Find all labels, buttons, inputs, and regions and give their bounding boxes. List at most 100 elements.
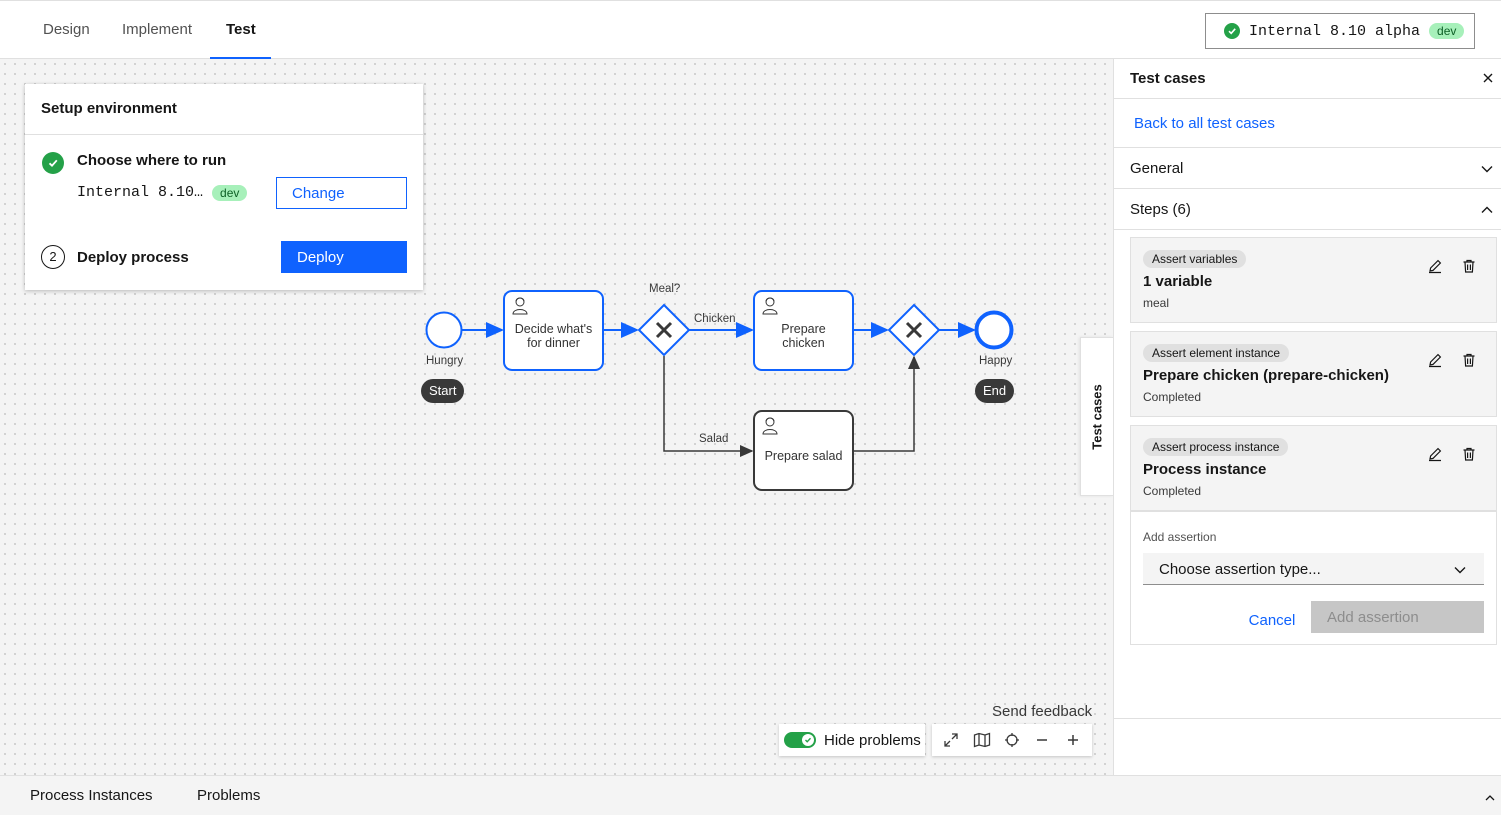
step-type-tag: Assert element instance [1143,344,1290,362]
bottom-panel-bar: Process Instances Problems [0,775,1501,815]
recenter-button[interactable] [998,726,1026,754]
step-card: Assert process instance Process instance… [1130,425,1497,511]
tab-process-instances[interactable]: Process Instances [30,787,153,804]
map-icon [973,732,990,748]
flow-label-salad: Salad [699,433,729,445]
back-row: Back to all test cases [1114,99,1501,148]
tab-design[interactable]: Design [27,1,106,59]
test-cases-side-tab[interactable]: Test cases [1080,337,1113,496]
user-task-icon [760,295,780,318]
trash-icon[interactable] [1461,352,1477,373]
side-tab-label: Test cases [1089,383,1105,450]
step-deploy-process: Deploy process [77,249,189,266]
task-label: Prepare chicken [781,321,826,350]
edit-icon[interactable] [1427,446,1443,467]
fullscreen-button[interactable] [937,726,965,754]
toggle-switch[interactable] [784,732,816,748]
setup-title: Setup environment [25,84,423,135]
user-task-icon [510,295,530,318]
top-bar: Design Implement Test Internal 8.10 alph… [0,0,1501,59]
step-card: Assert element instance Prepare chicken … [1130,331,1497,417]
check-circle-icon [42,152,64,174]
step-title: Process instance [1143,461,1267,478]
accordion-general-label: General [1130,160,1184,177]
accordion-steps[interactable]: Steps (6) [1114,189,1501,230]
deploy-button[interactable]: Deploy [281,241,407,273]
task-prepare-chicken[interactable]: Prepare chicken [753,290,854,371]
minimap-button[interactable] [968,726,996,754]
step-title: 1 variable [1143,273,1213,290]
task-label: Decide what's for dinner [514,321,593,350]
plus-icon [1067,735,1078,745]
end-pill: End [975,379,1015,403]
accordion-steps-label: Steps (6) [1130,201,1191,218]
panel-header: Test cases [1114,59,1501,99]
zoom-out-button[interactable] [1028,726,1056,754]
task-prepare-salad[interactable]: Prepare salad [753,410,854,491]
step-title: Prepare chicken (prepare-chicken) [1143,367,1389,384]
exclusive-gateway-join [887,303,941,357]
flow-salad-join [854,355,920,452]
add-assertion-label: Add assertion [1143,530,1217,544]
step-subtitle: Completed [1143,484,1202,498]
end-event-label: Happy [979,355,1013,367]
check-circle-icon [1224,23,1240,39]
task-decide-dinner[interactable]: Decide what's for dinner [503,290,604,371]
panel-title: Test cases [1130,70,1206,87]
chevron-down-icon [1453,563,1467,581]
end-event [974,310,1014,350]
environment-badge: dev [1429,23,1465,39]
step-subtitle: Completed [1143,390,1202,404]
back-to-test-cases-link[interactable]: Back to all test cases [1134,115,1275,132]
edit-icon[interactable] [1427,258,1443,279]
tab-implement[interactable]: Implement [106,1,208,59]
environment-badge: dev [212,184,248,201]
add-assertion-button[interactable]: Add assertion [1311,601,1484,633]
chevron-down-icon [1480,162,1494,181]
flow-label-chicken: Chicken [694,313,736,325]
environment-name: Internal 8.10 alpha [1249,22,1421,40]
user-task-icon [760,415,780,438]
start-pill: Start [421,379,465,403]
trash-icon[interactable] [1461,258,1477,279]
edit-icon[interactable] [1427,352,1443,373]
test-cases-panel: Test cases Back to all test cases Genera… [1113,59,1501,775]
assertion-type-value: Choose assertion type... [1159,561,1321,578]
tab-problems[interactable]: Problems [197,787,260,804]
check-icon [802,734,814,746]
zoom-in-button[interactable] [1059,726,1087,754]
send-feedback-link[interactable]: Send feedback [992,703,1092,720]
crosshair-icon [1004,733,1019,747]
selected-environment: Internal 8.10… dev [77,184,248,201]
step-card: Assert variables 1 variable meal [1130,237,1497,323]
chevron-up-icon[interactable] [1484,791,1496,809]
hide-problems-label: Hide problems [824,731,921,749]
minus-icon [1037,739,1048,741]
step-type-tag: Assert process instance [1143,438,1289,456]
exclusive-gateway-split [637,303,691,357]
task-label: Prepare salad [764,448,843,463]
hide-problems-toggle[interactable]: Hide problems [779,724,925,756]
chevron-up-icon [1480,203,1494,222]
start-event [425,311,463,349]
steps-list: Assert variables 1 variable meal Assert … [1114,230,1501,719]
environment-selector[interactable]: Internal 8.10 alpha dev [1205,13,1475,49]
step-type-tag: Assert variables [1143,250,1247,268]
add-assertion-form: Add assertion Choose assertion type... C… [1130,511,1497,645]
expand-icon [944,733,958,747]
accordion-general[interactable]: General [1114,148,1501,189]
change-button[interactable]: Change [276,177,407,209]
step-choose-where: Choose where to run [77,152,227,169]
start-event-label: Hungry [426,355,464,367]
environment-name: Internal 8.10… [77,184,204,201]
step-subtitle: meal [1143,296,1170,310]
cancel-button[interactable]: Cancel [1241,609,1303,631]
gateway-label: Meal? [649,283,681,295]
tab-test[interactable]: Test [210,1,271,59]
setup-environment-panel: Setup environment Choose where to run In… [25,84,423,290]
assertion-type-select[interactable]: Choose assertion type... [1143,553,1484,585]
trash-icon[interactable] [1461,446,1477,467]
canvas-zoom-controls [932,724,1092,756]
close-icon[interactable] [1481,71,1495,90]
step-number: 2 [41,245,65,269]
